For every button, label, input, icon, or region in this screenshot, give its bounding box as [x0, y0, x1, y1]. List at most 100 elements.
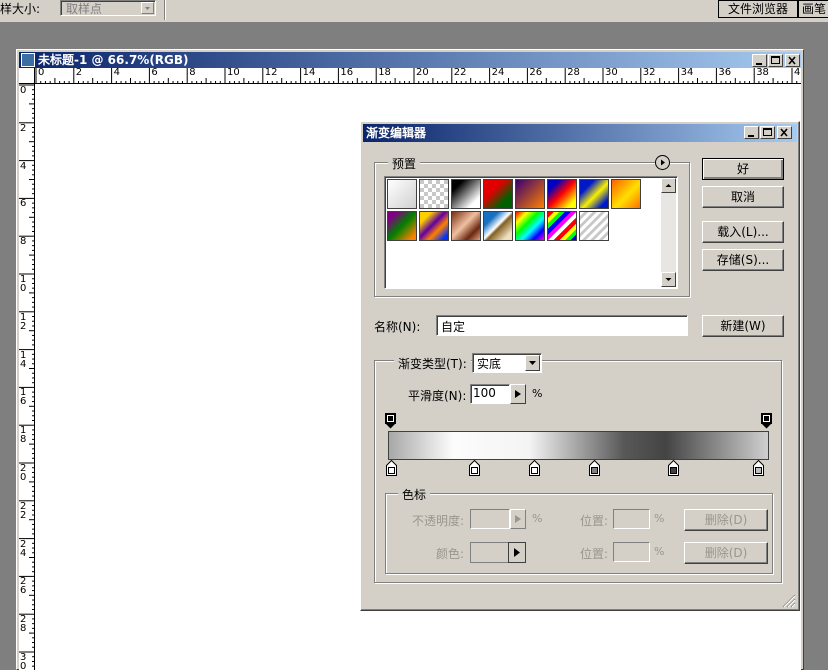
- ruler-v-label: 18: [20, 425, 27, 446]
- gradient-type-chevron-down-icon[interactable]: [525, 355, 540, 371]
- ruler-v-label: 6: [20, 198, 27, 210]
- dialog-close-icon[interactable]: [777, 126, 792, 139]
- scroll-down-icon[interactable]: [661, 272, 676, 287]
- ok-button[interactable]: 好: [702, 158, 784, 180]
- preset-swatch-chrome[interactable]: [483, 211, 513, 241]
- ruler-v-label: 28: [20, 614, 27, 635]
- opacity-location-field: [613, 509, 650, 529]
- scroll-up-icon[interactable]: [661, 178, 676, 193]
- gradient-type-select[interactable]: 实底: [472, 353, 542, 373]
- ruler-h-label: 38: [756, 68, 769, 78]
- preset-swatch-transparent-stripes[interactable]: [579, 211, 609, 241]
- ruler-v-label: 16: [20, 387, 27, 408]
- tab-file-browser[interactable]: 文件浏览器: [718, 0, 798, 18]
- close-icon[interactable]: [785, 54, 800, 67]
- color-label: 颜色:: [436, 547, 465, 561]
- opacity-field: [470, 509, 510, 529]
- smoothness-percent: %: [532, 387, 543, 400]
- document-title: 未标题-1 @ 66.7%(RGB): [38, 53, 189, 67]
- ruler-v-label: 2: [20, 122, 27, 134]
- preset-swatch-transparent-rainbow[interactable]: [547, 211, 577, 241]
- ruler-h-label: 0: [38, 68, 45, 78]
- presets-scrollbar[interactable]: [661, 178, 676, 287]
- ruler-h-label: 26: [529, 68, 543, 78]
- minimize-icon[interactable]: [752, 54, 767, 67]
- load-button[interactable]: 载入(L)...: [702, 221, 784, 243]
- save-button[interactable]: 存储(S)...: [702, 249, 784, 271]
- presets-menu-icon[interactable]: [655, 155, 670, 170]
- ruler-h-label: 30: [605, 68, 618, 78]
- opacity-percent: %: [532, 512, 543, 525]
- ruler-v-label: 26: [20, 576, 27, 597]
- preset-swatch-copper[interactable]: [451, 211, 481, 241]
- ruler-h-label: 32: [642, 68, 656, 78]
- smoothness-value: 100: [473, 386, 496, 400]
- opacity-stop-right[interactable]: [761, 413, 772, 429]
- sample-size-value: 取样点: [66, 2, 103, 16]
- gradient-preview-bar[interactable]: [388, 431, 769, 460]
- cancel-button[interactable]: 取消: [702, 186, 784, 208]
- maximize-icon[interactable]: [768, 54, 783, 67]
- gradient-type-label: 渐变类型(T):: [394, 355, 471, 372]
- stops-label: 色标: [398, 486, 431, 503]
- dialog-titlebar[interactable]: [363, 124, 797, 142]
- sample-size-label: 样大小:: [0, 2, 41, 16]
- color-arrow-icon: [508, 542, 526, 563]
- ruler-h-label: 22: [453, 68, 467, 78]
- vertical-ruler: 024681012141618202224262830: [19, 84, 35, 670]
- ruler-h-label: 10: [227, 68, 240, 78]
- resize-grip-icon[interactable]: [780, 592, 796, 608]
- preset-swatch-blue-yellow-blue[interactable]: [579, 179, 609, 209]
- ruler-h-label: 4: [113, 68, 120, 78]
- ruler-h-label: 14: [302, 68, 316, 78]
- horizontal-ruler: 0246810121416182022242628303234363840: [35, 68, 801, 84]
- ruler-h-label: 12: [264, 68, 278, 78]
- preset-swatch-orange-yellow-orange[interactable]: [611, 179, 641, 209]
- ruler-v-label: 22: [20, 500, 27, 521]
- new-button[interactable]: 新建(W): [702, 315, 784, 337]
- ruler-corner: [19, 68, 35, 84]
- color-stop-5[interactable]: [668, 459, 679, 476]
- ruler-v-label: 14: [20, 349, 27, 370]
- name-label: 名称(N):: [374, 320, 421, 334]
- color-stop-3[interactable]: [529, 459, 540, 476]
- color-stop-4[interactable]: [589, 459, 600, 476]
- preset-swatch-black-white[interactable]: [451, 179, 481, 209]
- dialog-minimize-icon[interactable]: [744, 126, 759, 139]
- ruler-h-label: 28: [567, 68, 580, 78]
- smoothness-field[interactable]: 100: [470, 384, 510, 404]
- ruler-h-label: 16: [340, 68, 354, 78]
- color-stop-6[interactable]: [753, 459, 764, 476]
- ruler-h-label: 20: [416, 68, 429, 78]
- preset-swatch-yellow-violet-orange-blue[interactable]: [419, 211, 449, 241]
- ruler-h-label: 40: [794, 68, 801, 78]
- tab-brushes[interactable]: 画笔: [798, 0, 828, 18]
- color-location-label: 位置:: [580, 547, 609, 561]
- ruler-h-label: 8: [189, 68, 196, 78]
- ruler-h-label: 24: [491, 68, 505, 78]
- preset-swatch-spectrum[interactable]: [515, 211, 545, 241]
- ruler-v-label: 0: [20, 85, 27, 96]
- preset-swatch-blue-red-yellow[interactable]: [547, 179, 577, 209]
- preset-swatch-violet-green-orange[interactable]: [387, 211, 417, 241]
- ruler-v-label: 24: [20, 538, 27, 559]
- name-value: 自定: [441, 320, 466, 334]
- opacity-stop-left[interactable]: [385, 413, 396, 429]
- color-stop-1[interactable]: [386, 459, 397, 476]
- color-location-field: [613, 542, 650, 562]
- presets-list: [384, 176, 678, 289]
- color-stop-2[interactable]: [469, 459, 480, 476]
- preset-swatch-foreground-to-transparent[interactable]: [419, 179, 449, 209]
- color-location-percent: %: [654, 545, 665, 558]
- dialog-maximize-icon[interactable]: [760, 126, 775, 139]
- name-field[interactable]: 自定: [436, 315, 688, 336]
- preset-swatch-foreground-to-background[interactable]: [387, 179, 417, 209]
- preset-swatch-red-green[interactable]: [483, 179, 513, 209]
- smoothness-arrow-icon[interactable]: [510, 384, 526, 404]
- preset-swatch-violet-orange[interactable]: [515, 179, 545, 209]
- ruler-h-label: 2: [75, 68, 83, 78]
- sample-size-select[interactable]: 取样点: [60, 0, 156, 16]
- chevron-down-icon[interactable]: [141, 2, 154, 14]
- opacity-arrow-icon: [510, 509, 526, 529]
- toolbar-separator: [164, 0, 166, 20]
